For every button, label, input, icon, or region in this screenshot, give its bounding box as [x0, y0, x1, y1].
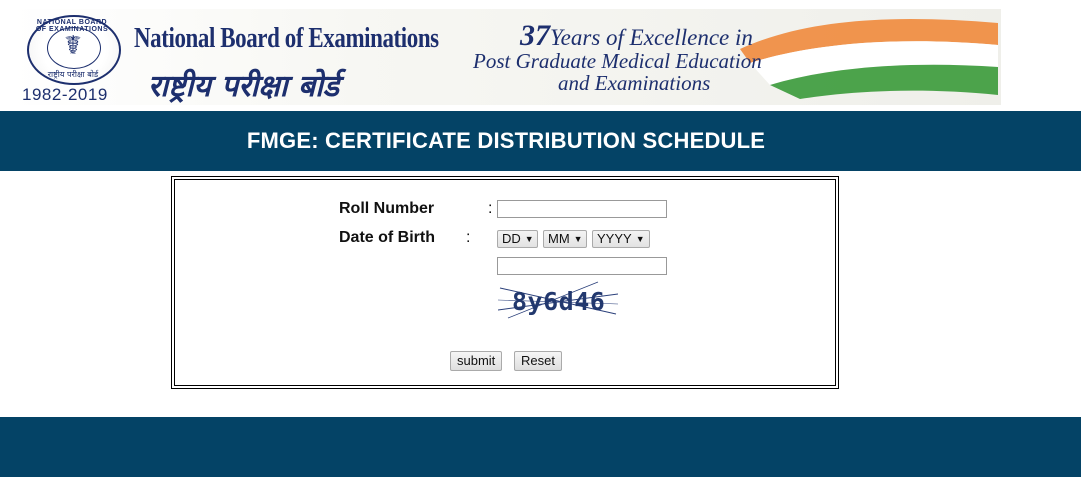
- title-bar: FMGE: CERTIFICATE DISTRIBUTION SCHEDULE: [0, 111, 1081, 171]
- roll-number-label: Roll Number: [339, 200, 435, 217]
- captcha-input[interactable]: [497, 257, 667, 275]
- tricolor-flag-swoosh: [740, 19, 998, 99]
- dob-day-select[interactable]: DD ▼: [497, 230, 538, 248]
- tagline-line-3: and Examinations: [558, 71, 711, 95]
- dob-month-value: MM: [548, 231, 570, 246]
- tagline-number: 37: [520, 19, 550, 52]
- dob-year-select[interactable]: YYYY ▼: [592, 230, 650, 248]
- dob-month-select[interactable]: MM ▼: [543, 230, 587, 248]
- dob-year-value: YYYY: [597, 231, 632, 246]
- form-inner-border: Roll Number : Date of Birth : DD ▼ MM ▼ YY…: [174, 179, 836, 386]
- reset-button[interactable]: Reset: [514, 351, 562, 371]
- chevron-down-icon: ▼: [524, 234, 534, 244]
- tagline-line1-text: Years of Excellence in: [550, 25, 753, 50]
- dob-day-value: DD: [502, 231, 521, 246]
- dob-label: Date of Birth: [339, 229, 435, 246]
- captcha-text: 8y6d46: [512, 287, 605, 316]
- org-name-hindi: राष्ट्रीय परीक्षा बोर्ड: [148, 69, 339, 104]
- header-banner: ☤ NATIONAL BOARD OF EXAMINATIONS राष्ट्र…: [10, 9, 1001, 105]
- submit-button[interactable]: submit: [450, 351, 503, 371]
- org-name-english: National Board of Examinations: [134, 23, 439, 54]
- tagline-line-1: 37Years of Excellence in: [520, 19, 753, 53]
- page-title: FMGE: CERTIFICATE DISTRIBUTION SCHEDULE: [246, 128, 766, 153]
- caduceus-icon: ☤: [64, 31, 82, 61]
- dob-colon: :: [466, 229, 471, 246]
- logo-arc-text: NATIONAL BOARD OF EXAMINATIONS: [35, 19, 109, 33]
- chevron-down-icon: ▼: [635, 234, 645, 244]
- years-label: 1982-2019: [22, 85, 108, 104]
- roll-number-input[interactable]: [497, 200, 667, 218]
- captcha-image: 8y6d46: [498, 280, 618, 320]
- logo-hindi-text: राष्ट्रीय परीक्षा बोर्ड: [47, 70, 99, 79]
- lookup-form: Roll Number : Date of Birth : DD ▼ MM ▼ YY…: [171, 176, 839, 389]
- roll-number-colon: :: [488, 200, 493, 217]
- footer-bar: [0, 417, 1081, 477]
- chevron-down-icon: ▼: [573, 234, 583, 244]
